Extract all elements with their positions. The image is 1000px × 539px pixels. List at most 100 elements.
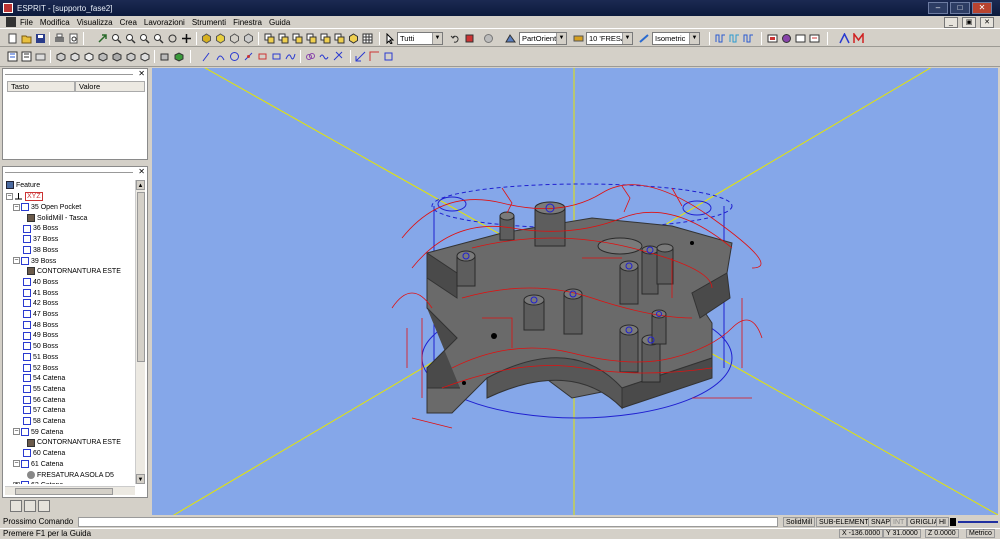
solid-icon[interactable] (54, 50, 67, 63)
tree-feature-item[interactable]: 49 Boss (13, 330, 58, 341)
trim-icon[interactable] (332, 50, 345, 63)
zoom-window-icon[interactable] (138, 32, 151, 45)
view-projection-icon[interactable] (638, 32, 651, 45)
close-button[interactable]: ✕ (972, 2, 992, 14)
tree-feature-item[interactable]: 56 Catena (13, 395, 65, 406)
tree-feature-item[interactable]: 52 Boss (13, 363, 58, 374)
select-filter-combo[interactable]: Tutti ▼ (397, 32, 443, 45)
zoom-in-icon[interactable] (110, 32, 123, 45)
collapse-icon[interactable]: – (13, 203, 20, 211)
tree-view-icon[interactable] (6, 50, 19, 63)
dimension-icon[interactable] (354, 50, 367, 63)
properties-close-icon[interactable]: ✕ (138, 70, 145, 78)
tree-feature-item[interactable]: – 61 Catena (13, 459, 63, 470)
feature-manager-icon[interactable] (808, 32, 821, 45)
spline-icon[interactable] (284, 50, 297, 63)
panel-grip[interactable] (5, 72, 133, 75)
document-icon[interactable] (6, 17, 16, 27)
zoom-fit-icon[interactable] (152, 32, 165, 45)
tree-feature-item[interactable]: 40 Boss (13, 277, 58, 288)
column-key[interactable]: Tasto (7, 81, 75, 92)
tree-feature-item[interactable]: 57 Catena (13, 405, 65, 416)
tree-feature-item[interactable]: 47 Boss (13, 309, 58, 320)
undo-icon[interactable] (449, 32, 462, 45)
layers-icon[interactable] (766, 32, 779, 45)
tree-feature-item[interactable]: 38 Boss (13, 245, 58, 256)
tree-feature-item[interactable]: 58 Catena (13, 416, 65, 427)
tree-feature-item[interactable]: 36 Boss (13, 223, 58, 234)
circle-icon[interactable] (228, 50, 241, 63)
status-solidmill[interactable]: SolidMill (783, 517, 816, 527)
collapse-icon[interactable]: – (13, 460, 20, 468)
shaded-view-icon[interactable] (200, 32, 213, 45)
menu-modifica[interactable]: Modifica (40, 18, 70, 27)
view-left-icon[interactable] (305, 32, 318, 45)
pan-icon[interactable] (96, 32, 109, 45)
select-mode-icon[interactable] (463, 32, 476, 45)
tree-feature-item[interactable]: +62 Catena (13, 480, 63, 484)
tree-root[interactable]: Feature (6, 180, 40, 191)
tab-operation-icon[interactable] (38, 500, 50, 512)
menu-strumenti[interactable]: Strumenti (192, 18, 226, 27)
collapse-icon[interactable]: – (13, 257, 20, 265)
print-preview-icon[interactable] (67, 32, 80, 45)
tool-combo[interactable]: 10 'FRESA' ▼ (586, 32, 633, 45)
simulation-icon[interactable] (728, 32, 741, 45)
point-icon[interactable] (242, 50, 255, 63)
move-icon[interactable] (180, 32, 193, 45)
grid-icon[interactable] (361, 32, 374, 45)
open-folder-icon[interactable] (20, 32, 33, 45)
boolean-icon[interactable] (110, 50, 123, 63)
save-icon[interactable] (34, 32, 47, 45)
doc-close-button[interactable]: ✕ (980, 17, 994, 28)
tree-feature-item[interactable]: 41 Boss (13, 288, 58, 299)
fixture-icon[interactable] (172, 50, 185, 63)
hscroll-thumb[interactable] (15, 488, 113, 495)
rectangle-icon[interactable] (256, 50, 269, 63)
project-manager-icon[interactable] (34, 50, 47, 63)
line-icon[interactable] (200, 50, 213, 63)
color-swatch[interactable] (950, 518, 956, 526)
tree-operation-item[interactable]: CONTORNANTURA ESTE (27, 437, 121, 448)
highlight-icon[interactable] (482, 32, 495, 45)
tree-feature-item[interactable]: 55 Catena (13, 384, 65, 395)
tree-xyz[interactable]: – XYZ (6, 191, 43, 202)
scroll-thumb[interactable] (137, 192, 145, 362)
stock-icon[interactable] (158, 50, 171, 63)
transparent-view-icon[interactable] (242, 32, 255, 45)
tree-operation-item[interactable]: SolidMill - Tasca (27, 213, 87, 224)
color-icon[interactable] (780, 32, 793, 45)
tree-feature-item[interactable]: – 35 Open Pocket (13, 202, 81, 213)
panel-grip[interactable] (5, 170, 133, 173)
scroll-up-icon[interactable]: ▲ (136, 180, 145, 190)
status-subelements[interactable]: SUB-ELEMENTI (816, 517, 874, 527)
pmill-icon[interactable] (318, 50, 331, 63)
mill-mode-icon[interactable] (852, 32, 865, 45)
machine-setup-icon[interactable] (838, 32, 851, 45)
fillet-icon[interactable] (124, 50, 137, 63)
view-back-icon[interactable] (319, 32, 332, 45)
tree-feature-item[interactable]: 51 Boss (13, 352, 58, 363)
status-hi[interactable]: HI (936, 517, 949, 527)
doc-restore-button[interactable]: ▣ (962, 17, 976, 28)
collapse-icon[interactable]: – (6, 192, 13, 200)
extrude-icon[interactable] (82, 50, 95, 63)
sheet-icon[interactable] (68, 50, 81, 63)
revolve-icon[interactable] (96, 50, 109, 63)
menu-visualizza[interactable]: Visualizza (77, 18, 113, 27)
doc-minimize-button[interactable]: _ (944, 17, 958, 28)
snap-icon[interactable] (382, 50, 395, 63)
tree-close-icon[interactable]: ✕ (138, 168, 145, 176)
tool-icon[interactable] (572, 32, 585, 45)
print-icon[interactable] (53, 32, 66, 45)
tab-project-icon[interactable] (10, 500, 22, 512)
tree-operation-item[interactable]: FRESATURA ASOLA D5 (27, 470, 114, 481)
menu-finestra[interactable]: Finestra (233, 18, 262, 27)
tree-feature-item[interactable]: 60 Catena (13, 448, 65, 459)
new-file-icon[interactable] (6, 32, 19, 45)
tree-feature-item[interactable]: 42 Boss (13, 298, 58, 309)
nc-code-icon[interactable] (742, 32, 755, 45)
arc-icon[interactable] (214, 50, 227, 63)
properties-icon[interactable] (794, 32, 807, 45)
tree-horizontal-scrollbar[interactable] (5, 486, 135, 495)
